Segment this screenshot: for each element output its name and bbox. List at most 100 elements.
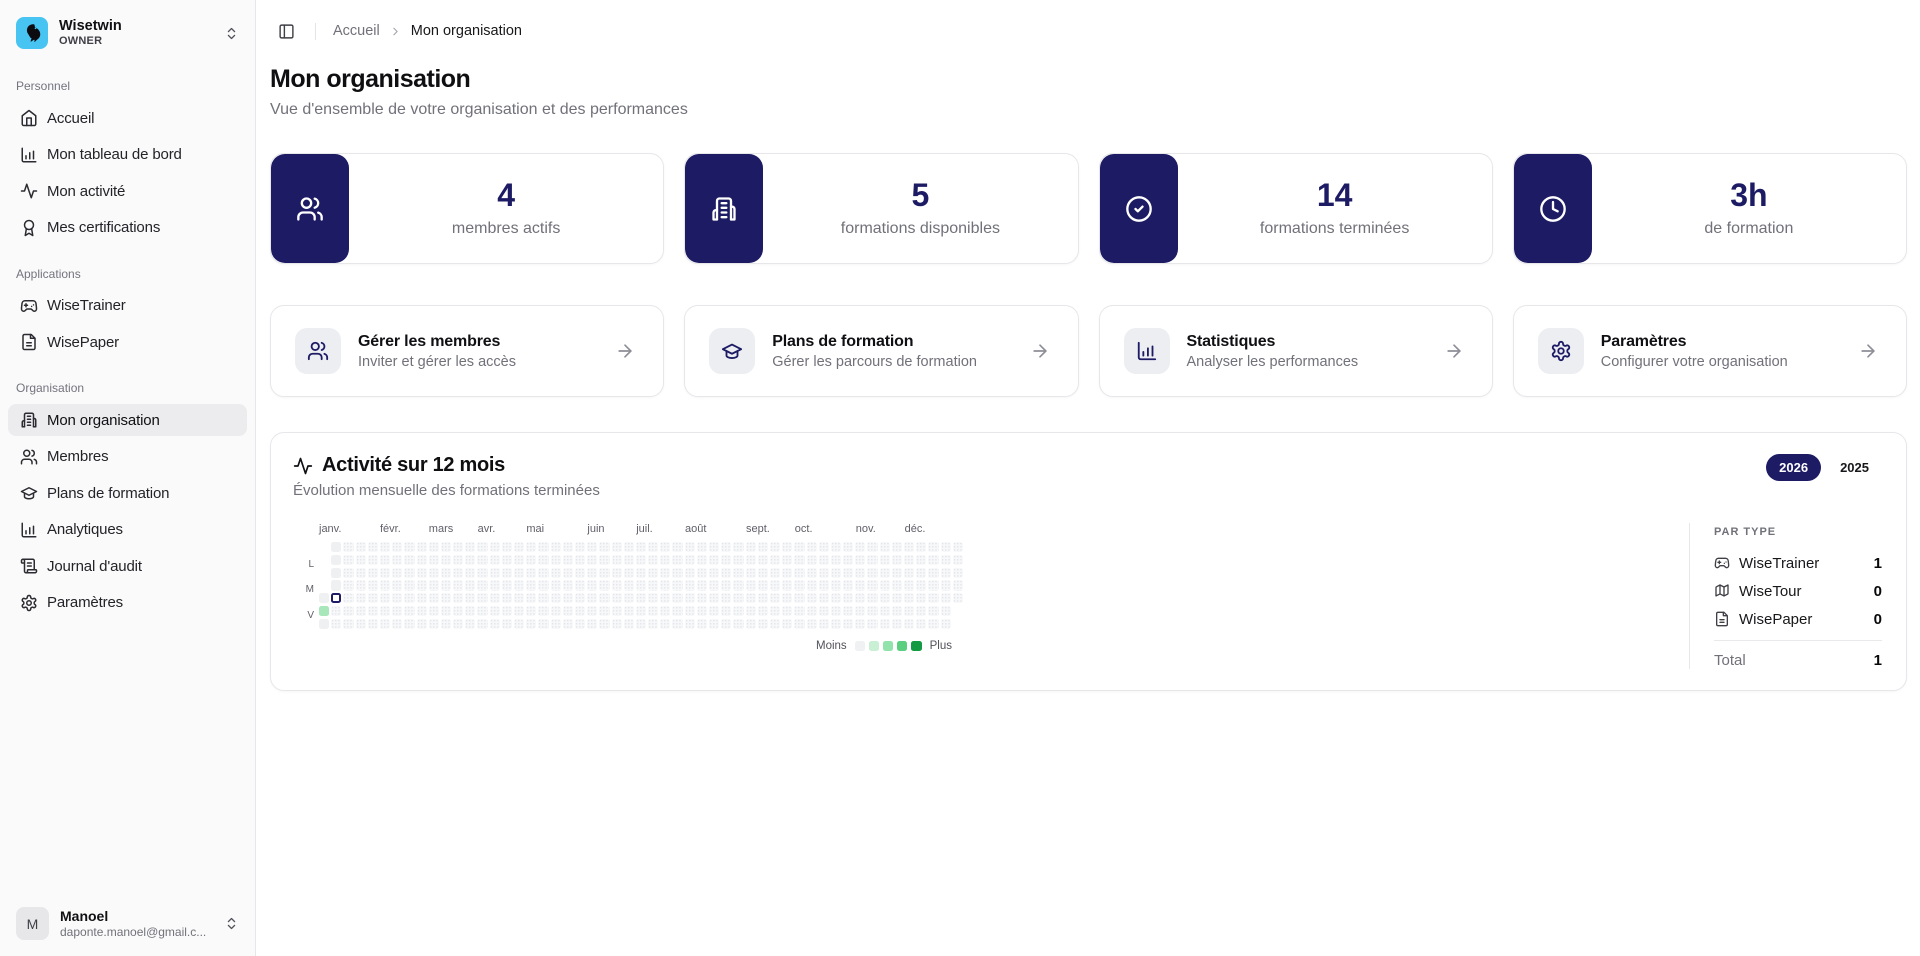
activity-icon: [293, 456, 313, 476]
by-type-panel: PAR TYPE WiseTrainer1WiseTour0WisePaper0…: [1689, 523, 1882, 669]
heatmap-cell: [465, 593, 475, 603]
activity-title: Activité sur 12 mois: [322, 454, 505, 477]
sidebar-section-label: Applications: [8, 267, 247, 281]
heatmap-cell: [916, 619, 926, 629]
heatmap-cell: [392, 580, 402, 590]
action-card-g-rer-les-membres[interactable]: Gérer les membresInviter et gérer les ac…: [270, 305, 664, 397]
heatmap-cell: [721, 568, 731, 578]
heatmap-cell: [404, 555, 414, 565]
org-switcher[interactable]: Wisetwin OWNER: [8, 10, 247, 56]
heatmap-cell: [867, 542, 877, 552]
heatmap-cell: [392, 568, 402, 578]
heatmap-cell: [429, 542, 439, 552]
heatmap-cell: [429, 593, 439, 603]
heatmap-cell: [892, 580, 902, 590]
heatmap-cell: [941, 593, 951, 603]
heatmap-cell: [636, 606, 646, 616]
heatmap-cell: [953, 542, 963, 552]
sidebar-item-plans-de-formation[interactable]: Plans de formation: [8, 477, 247, 509]
year-button-2025[interactable]: 2025: [1827, 454, 1882, 481]
stat-value: 4: [497, 179, 515, 213]
legend-swatch: [897, 641, 907, 651]
breadcrumb-home[interactable]: Accueil: [333, 23, 380, 39]
graduation-cap-icon: [20, 484, 38, 502]
heatmap-cell: [831, 606, 841, 616]
sidebar-item-label: Accueil: [47, 110, 94, 127]
heatmap-cell: [843, 619, 853, 629]
activity-body: janv.févr.marsavr.maijuinjuil.aoûtsept.o…: [293, 523, 1882, 669]
settings-icon: [20, 594, 38, 612]
heatmap-cell: [685, 568, 695, 578]
heatmap-cell: [697, 555, 707, 565]
heatmap-cell: [892, 606, 902, 616]
heatmap-cell: [928, 568, 938, 578]
sidebar-item-label: Plans de formation: [47, 485, 169, 502]
heatmap-legend: Moins Plus: [301, 640, 966, 652]
user-name: Manoel: [60, 908, 213, 925]
heatmap-cell: [380, 542, 390, 552]
by-type-row-wisetour: WiseTour0: [1714, 581, 1882, 601]
heatmap-cell: [721, 542, 731, 552]
stat-label: de formation: [1704, 220, 1793, 238]
heatmap-cell: [599, 542, 609, 552]
stat-card: 14formations terminées: [1099, 153, 1493, 264]
heatmap-cell: [770, 606, 780, 616]
sidebar-item-mon-tableau-de-bord[interactable]: Mon tableau de bord: [8, 139, 247, 171]
sidebar-item-mon-activit-[interactable]: Mon activité: [8, 175, 247, 207]
heatmap-month-labels: janv.févr.marsavr.maijuinjuil.aoûtsept.o…: [319, 523, 966, 538]
heatmap-cell: [441, 606, 451, 616]
heatmap-cell: [356, 619, 366, 629]
heatmap-cell: [465, 542, 475, 552]
heatmap-cell: [502, 619, 512, 629]
heatmap-cell: [794, 568, 804, 578]
activity-subtitle: Évolution mensuelle des formations termi…: [293, 482, 600, 499]
sidebar-item-param-tres[interactable]: Paramètres: [8, 587, 247, 619]
heatmap-cell: [709, 568, 719, 578]
action-card-statistiques[interactable]: StatistiquesAnalyser les performances: [1099, 305, 1493, 397]
heatmap-cell: [904, 555, 914, 565]
sidebar-item-wisepaper[interactable]: WisePaper: [8, 326, 247, 358]
stat-body: 3hde formation: [1592, 154, 1906, 263]
sidebar-item-accueil[interactable]: Accueil: [8, 102, 247, 134]
action-card-plans-de-formation[interactable]: Plans de formationGérer les parcours de …: [684, 305, 1078, 397]
activity-header: Activité sur 12 mois Évolution mensuelle…: [293, 454, 1882, 499]
user-menu[interactable]: M Manoel daponte.manoel@gmail.c...: [8, 901, 247, 946]
heatmap-cell: [599, 580, 609, 590]
heatmap-cell: [587, 542, 597, 552]
action-card-param-tres[interactable]: ParamètresConfigurer votre organisation: [1513, 305, 1907, 397]
heatmap-cell: [904, 580, 914, 590]
sidebar-item-membres[interactable]: Membres: [8, 441, 247, 473]
day-label: M: [306, 584, 314, 595]
heatmap-cell: [453, 542, 463, 552]
sidebar-toggle-button[interactable]: [272, 17, 300, 45]
legend-less-label: Moins: [816, 640, 847, 652]
heatmap-cell: [916, 568, 926, 578]
heatmap-cell: [477, 568, 487, 578]
heatmap-cell: [831, 619, 841, 629]
heatmap-cell: [319, 619, 329, 629]
sidebar-item-mes-certifications[interactable]: Mes certifications: [8, 212, 247, 244]
stat-body: 14formations terminées: [1178, 154, 1492, 263]
heatmap-cell: [916, 606, 926, 616]
heatmap-cell: [709, 619, 719, 629]
stat-icon-block: [685, 154, 763, 263]
sidebar-item-wisetrainer[interactable]: WiseTrainer: [8, 290, 247, 322]
sidebar-item-mon-organisation[interactable]: Mon organisation: [8, 404, 247, 436]
wisetwin-logo: [16, 17, 48, 49]
heatmap-cell: [746, 580, 756, 590]
action-text: ParamètresConfigurer votre organisation: [1601, 333, 1788, 370]
heatmap-cell: [380, 619, 390, 629]
sidebar-item-journal-d-audit[interactable]: Journal d'audit: [8, 550, 247, 582]
heatmap-cell: [855, 568, 865, 578]
heatmap-cell: [904, 619, 914, 629]
heatmap-cell: [892, 593, 902, 603]
sidebar-item-label: WisePaper: [47, 334, 119, 351]
heatmap-cell: [551, 619, 561, 629]
heatmap-cell: [612, 568, 622, 578]
parrot-icon: [21, 22, 43, 44]
heatmap-cell: [880, 580, 890, 590]
sidebar-item-analytiques[interactable]: Analytiques: [8, 514, 247, 546]
heatmap-cell: [404, 619, 414, 629]
heatmap-cell: [782, 593, 792, 603]
year-button-2026[interactable]: 2026: [1766, 454, 1821, 481]
